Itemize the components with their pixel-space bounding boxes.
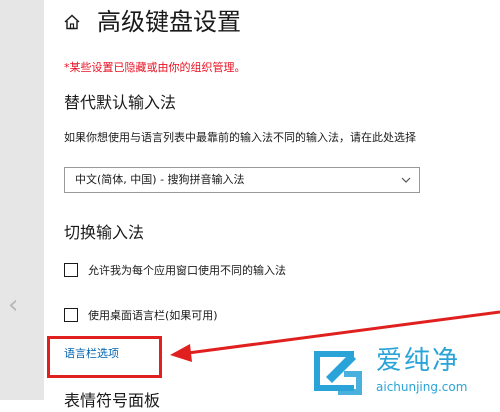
override-input-method-heading: 替代默认输入法 [64,93,177,112]
watermark-brand: 爱纯净 [376,346,461,376]
watermark: 爱纯净 aichunjing.com [310,345,500,400]
desktop-language-bar-label: 使用桌面语言栏(如果可用) [88,309,218,322]
watermark-logo-icon [314,351,362,395]
watermark-url: aichunjing.com [376,380,468,394]
per-app-input-method-label: 允许我为每个应用窗口使用不同的输入法 [88,264,286,277]
per-app-input-method-checkbox[interactable] [64,263,78,277]
switch-input-method-heading: 切换输入法 [64,223,145,242]
home-icon[interactable] [63,13,81,31]
input-method-select[interactable]: 中文(简体, 中国) - 搜狗拼音输入法 [64,167,420,193]
managed-settings-notice: *某些设置已隐藏或由你的组织管理。 [64,61,246,74]
annotation-highlight-box [47,336,162,378]
override-input-method-description: 如果你想使用与语言列表中最靠前的输入法不同的输入法，请在此处选择 [64,131,416,144]
emoji-panel-heading: 表情符号面板 [64,391,161,410]
input-method-select-value: 中文(简体, 中国) - 搜狗拼音输入法 [75,173,245,186]
page-title: 高级键盘设置 [97,8,241,36]
left-nav-strip: ‹ [0,0,44,400]
chevron-left-icon: ‹ [8,290,19,320]
chevron-down-icon [401,177,411,183]
desktop-language-bar-checkbox[interactable] [64,308,78,322]
